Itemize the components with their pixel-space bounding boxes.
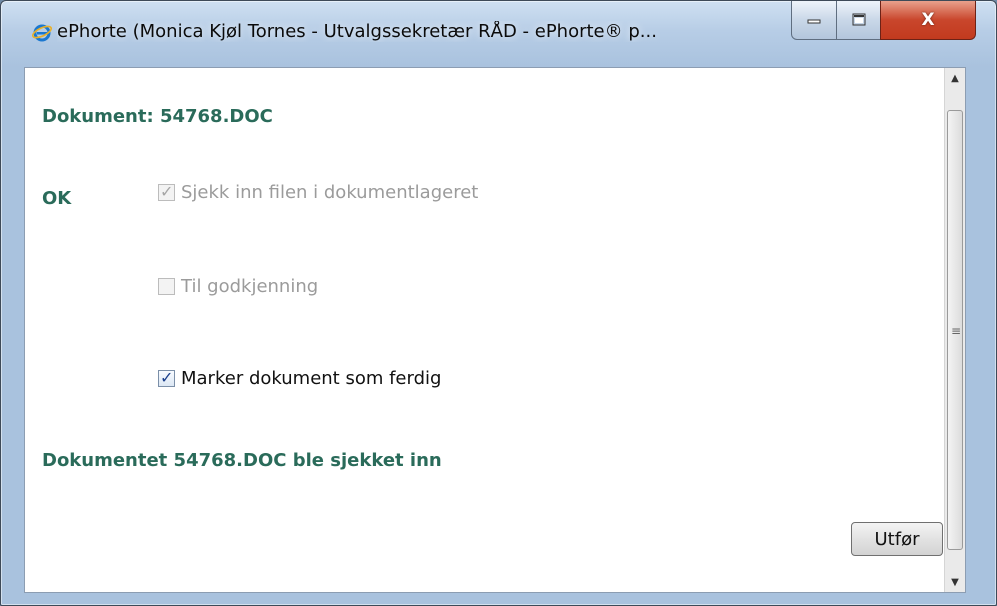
dialog-window: ePhorte (Monica Kjøl Tornes - Utvalgssek… — [0, 0, 997, 606]
checkin-checkbox: ✓ — [158, 182, 175, 201]
approval-label: Til godkjenning — [181, 276, 319, 297]
option-approval: Til godkjenning — [158, 276, 318, 297]
internet-explorer-icon — [31, 24, 53, 42]
scroll-thumb[interactable]: ≡ — [947, 110, 963, 550]
mark-finished-checkbox[interactable]: ✓ — [158, 368, 175, 387]
minimize-icon — [807, 19, 821, 24]
scroll-up-arrow-icon[interactable]: ▲ — [945, 68, 965, 88]
dialog-content: Dokument: 54768.DOC OK ✓ Sjekk inn filen… — [24, 67, 966, 593]
close-button[interactable]: X — [880, 1, 976, 40]
window-title: ePhorte (Monica Kjøl Tornes - Utvalgssek… — [57, 21, 657, 42]
mark-finished-label[interactable]: Marker dokument som ferdig — [181, 368, 441, 389]
maximize-icon — [852, 13, 865, 26]
option-checkin: ✓ Sjekk inn filen i dokumentlageret — [158, 182, 478, 203]
maximize-button[interactable] — [836, 1, 881, 40]
option-mark-finished[interactable]: ✓ Marker dokument som ferdig — [158, 368, 441, 389]
title-bar[interactable]: ePhorte (Monica Kjøl Tornes - Utvalgssek… — [1, 1, 996, 67]
approval-checkbox — [158, 278, 175, 295]
document-title: Dokument: 54768.DOC — [42, 106, 273, 127]
submit-button[interactable]: Utfør — [851, 522, 943, 556]
minimize-button[interactable] — [791, 1, 837, 40]
checkin-label: Sjekk inn filen i dokumentlageret — [181, 182, 479, 203]
result-message: Dokumentet 54768.DOC ble sjekket inn — [42, 450, 442, 471]
scroll-grip-icon: ≡ — [951, 324, 962, 338]
vertical-scrollbar[interactable]: ▲ ≡ ▼ — [944, 68, 965, 592]
scroll-down-arrow-icon[interactable]: ▼ — [945, 572, 965, 592]
close-icon: X — [921, 10, 935, 30]
status-label: OK — [42, 188, 72, 209]
